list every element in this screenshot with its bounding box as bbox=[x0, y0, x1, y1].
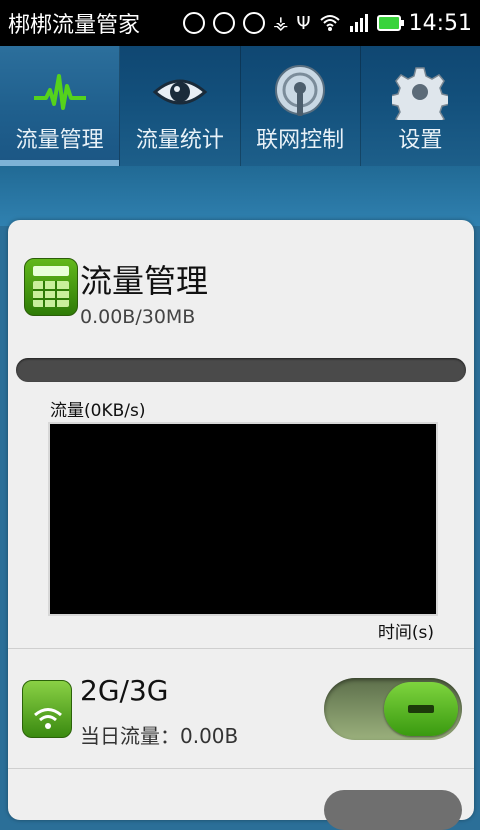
traffic-card: 流量管理 0.00B/30MB 流量(0KB/s) 时间(s) 2G/3G 当日… bbox=[8, 220, 474, 830]
check-icon bbox=[243, 12, 266, 34]
eye-icon bbox=[152, 79, 208, 105]
status-bar: 梆梆流量管家 ⚶ Ψ 14:51 bbox=[0, 0, 480, 46]
battery-icon bbox=[376, 15, 404, 31]
stop-icon bbox=[213, 12, 236, 34]
gear-icon bbox=[392, 67, 449, 120]
calculator-icon bbox=[24, 258, 78, 316]
mobile-network-icon bbox=[22, 680, 72, 738]
graph-y-label: 流量(0KB/s) bbox=[50, 401, 146, 421]
next-item-toggle[interactable] bbox=[324, 790, 462, 830]
network-title: 2G/3G bbox=[80, 674, 169, 707]
wifi-icon bbox=[319, 15, 340, 31]
usage-progress-bar bbox=[16, 358, 466, 382]
tab-label: 联网控制 bbox=[256, 128, 345, 153]
divider bbox=[8, 768, 474, 769]
graph-x-label: 时间(s) bbox=[377, 623, 434, 643]
card-title: 流量管理 bbox=[80, 262, 209, 300]
tab-label: 设置 bbox=[398, 128, 443, 153]
tab-label: 流量管理 bbox=[15, 128, 104, 153]
header-band bbox=[0, 166, 480, 226]
usb-debug-icon: Ψ bbox=[296, 12, 311, 34]
daily-usage-text: 当日流量：0.00B bbox=[80, 724, 239, 748]
tab-traffic-statistics[interactable]: 流量统计 bbox=[120, 46, 241, 166]
traffic-graph bbox=[48, 422, 438, 616]
wifi-icon bbox=[34, 708, 62, 729]
mobile-data-toggle[interactable] bbox=[324, 678, 462, 740]
tab-bar: 流量管理 流量统计 联网控制 设置 bbox=[0, 46, 480, 166]
notification-icon bbox=[183, 12, 206, 34]
pulse-icon bbox=[33, 74, 86, 110]
app-title: 梆梆流量管家 bbox=[8, 13, 141, 38]
tab-network-control[interactable]: 联网控制 bbox=[241, 46, 361, 166]
usage-text: 0.00B/30MB bbox=[80, 306, 196, 328]
toggle-knob-grip bbox=[408, 705, 434, 713]
broadcast-icon bbox=[275, 65, 326, 116]
divider bbox=[8, 648, 474, 649]
tab-traffic-management[interactable]: 流量管理 bbox=[0, 46, 121, 166]
toggle-knob[interactable] bbox=[384, 682, 458, 736]
signal-icon bbox=[349, 14, 368, 32]
status-time: 14:51 bbox=[408, 10, 472, 36]
usb-icon: ⚶ bbox=[273, 12, 289, 34]
tab-settings[interactable]: 设置 bbox=[361, 46, 480, 166]
status-icons: ⚶ Ψ 14:51 bbox=[183, 11, 472, 36]
tab-label: 流量统计 bbox=[135, 128, 224, 153]
